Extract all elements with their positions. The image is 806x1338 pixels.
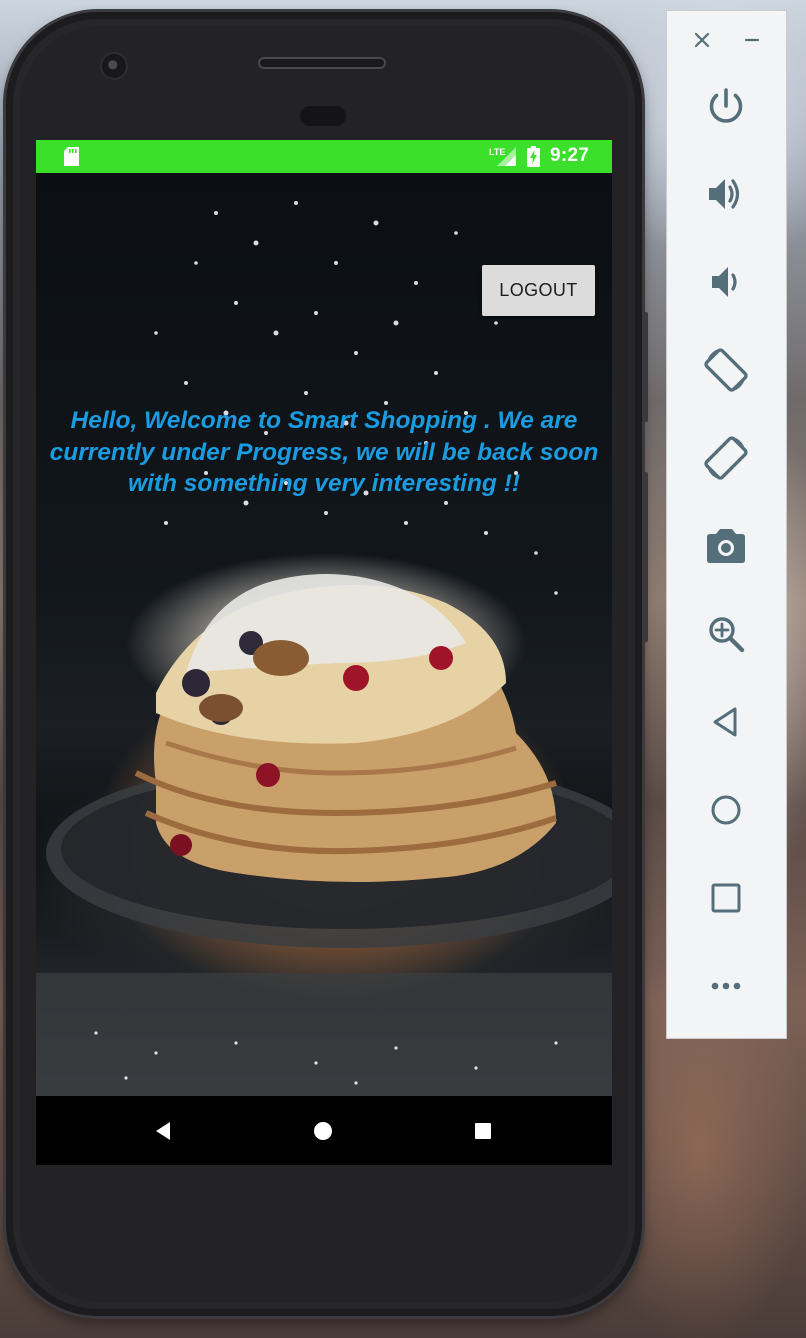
app-content: LOGOUT Hello, Welcome to Smart Shopping …	[36, 173, 612, 1096]
emulator-back-button[interactable]	[697, 693, 755, 751]
home-icon[interactable]	[308, 1116, 338, 1146]
volume-side-button	[642, 472, 648, 642]
power-icon	[709, 88, 743, 123]
front-camera	[102, 54, 126, 78]
volume-up-button[interactable]	[697, 165, 755, 223]
welcome-message: Hello, Welcome to Smart Shopping . We ar…	[49, 407, 599, 497]
volume-down-icon	[712, 267, 737, 297]
logout-button[interactable]: LOGOUT	[482, 265, 595, 316]
more-button[interactable]	[697, 957, 755, 1015]
overview-icon	[711, 883, 741, 913]
emulator-window-controls	[667, 11, 786, 67]
phone-screen: LTE 9:27 LOGOUT Hello, Welcome to Smart …	[36, 140, 612, 1165]
battery-charging-icon	[527, 146, 540, 167]
power-button[interactable]	[697, 77, 755, 135]
rotate-right-button[interactable]	[697, 429, 755, 487]
camera-icon	[707, 529, 745, 563]
power-side-button	[642, 312, 648, 422]
lte-signal-icon: LTE	[489, 147, 516, 166]
volume-down-button[interactable]	[697, 253, 755, 311]
recents-icon[interactable]	[468, 1116, 498, 1146]
zoom-button[interactable]	[697, 605, 755, 663]
status-bar: LTE 9:27	[36, 140, 612, 173]
earpiece-speaker	[258, 57, 386, 69]
more-icon	[711, 982, 741, 990]
emulator-overview-button[interactable]	[697, 869, 755, 927]
navigation-bar	[36, 1096, 612, 1165]
rotate-right-icon	[704, 436, 748, 480]
screenshot-button[interactable]	[697, 517, 755, 575]
rotate-left-icon	[704, 348, 748, 392]
proximity-sensor	[300, 106, 346, 126]
network-type-label: LTE	[489, 147, 505, 157]
back-icon[interactable]	[149, 1116, 179, 1146]
rotate-left-button[interactable]	[697, 341, 755, 399]
home-icon	[711, 795, 741, 825]
volume-up-icon	[709, 179, 740, 209]
status-clock: 9:27	[550, 145, 590, 166]
emulator-home-button[interactable]	[697, 781, 755, 839]
minimize-icon[interactable]	[741, 29, 763, 51]
zoom-icon	[709, 617, 745, 653]
emulator-toolbar	[666, 10, 787, 1039]
sd-card-icon	[64, 147, 79, 166]
back-icon	[713, 707, 737, 737]
close-icon[interactable]	[691, 29, 713, 51]
